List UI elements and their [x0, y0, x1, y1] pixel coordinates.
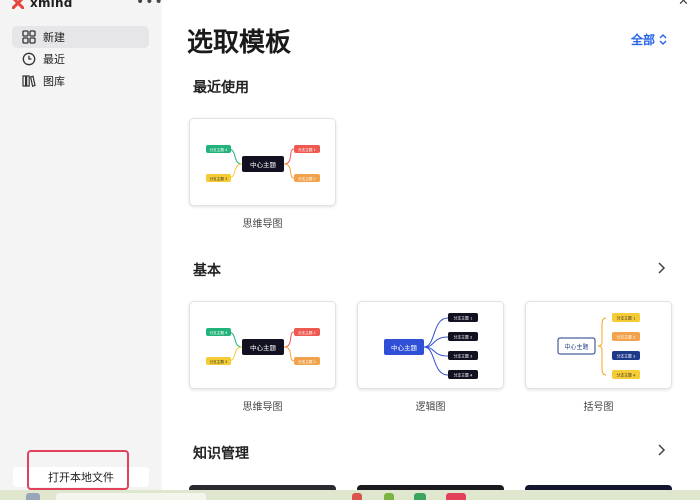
template-card-logic[interactable]: 中心主题 分支主题 1 分支主题 2 分支主题 3 分支主题 4 — [357, 301, 504, 389]
page-title: 选取模板 — [187, 22, 291, 59]
template-label: 思维导图 — [189, 398, 336, 413]
svg-text:分支主题 3: 分支主题 3 — [210, 176, 228, 181]
sidebar-item-library[interactable]: 图库 — [12, 70, 149, 92]
template-label: 括号图 — [525, 398, 672, 413]
taskbar-item[interactable] — [446, 493, 466, 500]
brace-thumbnail: 中心主题 分支主题 1 分支主题 2 分支主题 3 分支主题 4 — [526, 302, 673, 390]
svg-text:分支主题 3: 分支主题 3 — [210, 359, 228, 364]
highlight-box — [27, 450, 129, 490]
svg-text:分支主题 2: 分支主题 2 — [298, 359, 316, 364]
logic-thumbnail: 中心主题 分支主题 1 分支主题 2 分支主题 3 分支主题 4 — [358, 302, 505, 390]
close-button[interactable]: ✕ — [678, 0, 689, 9]
taskbar — [0, 490, 700, 500]
sidebar-item-label: 最近 — [43, 51, 65, 67]
svg-text:分支主题 3: 分支主题 3 — [617, 354, 636, 359]
taskbar-item[interactable] — [384, 493, 394, 500]
svg-text:分支主题 4: 分支主题 4 — [454, 373, 473, 378]
taskbar-item[interactable] — [352, 493, 362, 500]
brand: xmind — [12, 0, 73, 10]
xmind-logo-icon — [12, 0, 24, 9]
svg-text:分支主题 1: 分支主题 1 — [617, 316, 636, 321]
central-topic: 中心主题 — [250, 160, 277, 169]
chevron-updown-icon — [659, 34, 667, 45]
taskbar-item[interactable] — [414, 493, 426, 500]
section-title-knowledge: 知识管理 — [193, 443, 249, 463]
clock-icon — [22, 52, 36, 66]
svg-text:分支主题 1: 分支主题 1 — [454, 316, 473, 321]
sidebar-item-recent[interactable]: 最近 — [12, 48, 149, 70]
central-topic: 中心主题 — [250, 343, 277, 352]
sidebar-item-label: 新建 — [43, 29, 65, 45]
chevron-right-icon[interactable] — [656, 262, 666, 274]
svg-text:中心主题: 中心主题 — [564, 343, 588, 351]
taskbar-item[interactable] — [26, 493, 40, 500]
template-card-brace[interactable]: 中心主题 分支主题 1 分支主题 2 分支主题 3 分支主题 4 — [525, 301, 672, 389]
mindmap-thumbnail: 中心主题 分支主题 4 分支主题 3 分支主题 1 分支主题 2 — [190, 302, 337, 390]
sidebar-item-label: 图库 — [43, 73, 65, 89]
svg-text:分支主题 3: 分支主题 3 — [454, 354, 473, 359]
library-icon — [22, 74, 36, 88]
svg-text:分支主题 1: 分支主题 1 — [298, 147, 316, 152]
svg-text:中心主题: 中心主题 — [391, 343, 418, 352]
main-panel: ✕ 选取模板 全部 最近使用 中心主题 分支主题 4 分支主题 3 分支主题 1… — [162, 0, 700, 490]
sidebar-nav: 新建 最近 图库 — [12, 26, 149, 92]
svg-text:分支主题 2: 分支主题 2 — [454, 335, 473, 340]
svg-text:分支主题 4: 分支主题 4 — [617, 373, 636, 378]
more-menu-button[interactable]: ••• — [136, 0, 164, 10]
sidebar-item-new[interactable]: 新建 — [12, 26, 149, 48]
section-title-recent: 最近使用 — [193, 77, 249, 97]
svg-text:分支主题 4: 分支主题 4 — [210, 330, 229, 335]
section-title-basic: 基本 — [193, 260, 221, 280]
taskbar-search[interactable] — [56, 493, 206, 500]
mindmap-thumbnail: 中心主题 分支主题 4 分支主题 3 分支主题 1 分支主题 2 — [190, 119, 337, 207]
filter-label: 全部 — [631, 31, 655, 48]
template-label: 思维导图 — [189, 215, 336, 230]
svg-text:分支主题 2: 分支主题 2 — [298, 176, 316, 181]
sidebar: xmind ••• 新建 最近 图库 — [0, 0, 160, 490]
template-card-mindmap[interactable]: 中心主题 分支主题 4 分支主题 3 分支主题 1 分支主题 2 — [189, 301, 336, 389]
app-name: xmind — [30, 0, 73, 10]
svg-text:分支主题 1: 分支主题 1 — [298, 330, 316, 335]
svg-text:分支主题 2: 分支主题 2 — [617, 335, 636, 340]
svg-text:分支主题 4: 分支主题 4 — [210, 147, 229, 152]
template-label: 逻辑图 — [357, 398, 504, 413]
filter-dropdown[interactable]: 全部 — [631, 31, 667, 48]
new-grid-icon — [22, 30, 36, 44]
template-card-mindmap[interactable]: 中心主题 分支主题 4 分支主题 3 分支主题 1 分支主题 2 — [189, 118, 336, 206]
chevron-right-icon[interactable] — [656, 444, 666, 456]
